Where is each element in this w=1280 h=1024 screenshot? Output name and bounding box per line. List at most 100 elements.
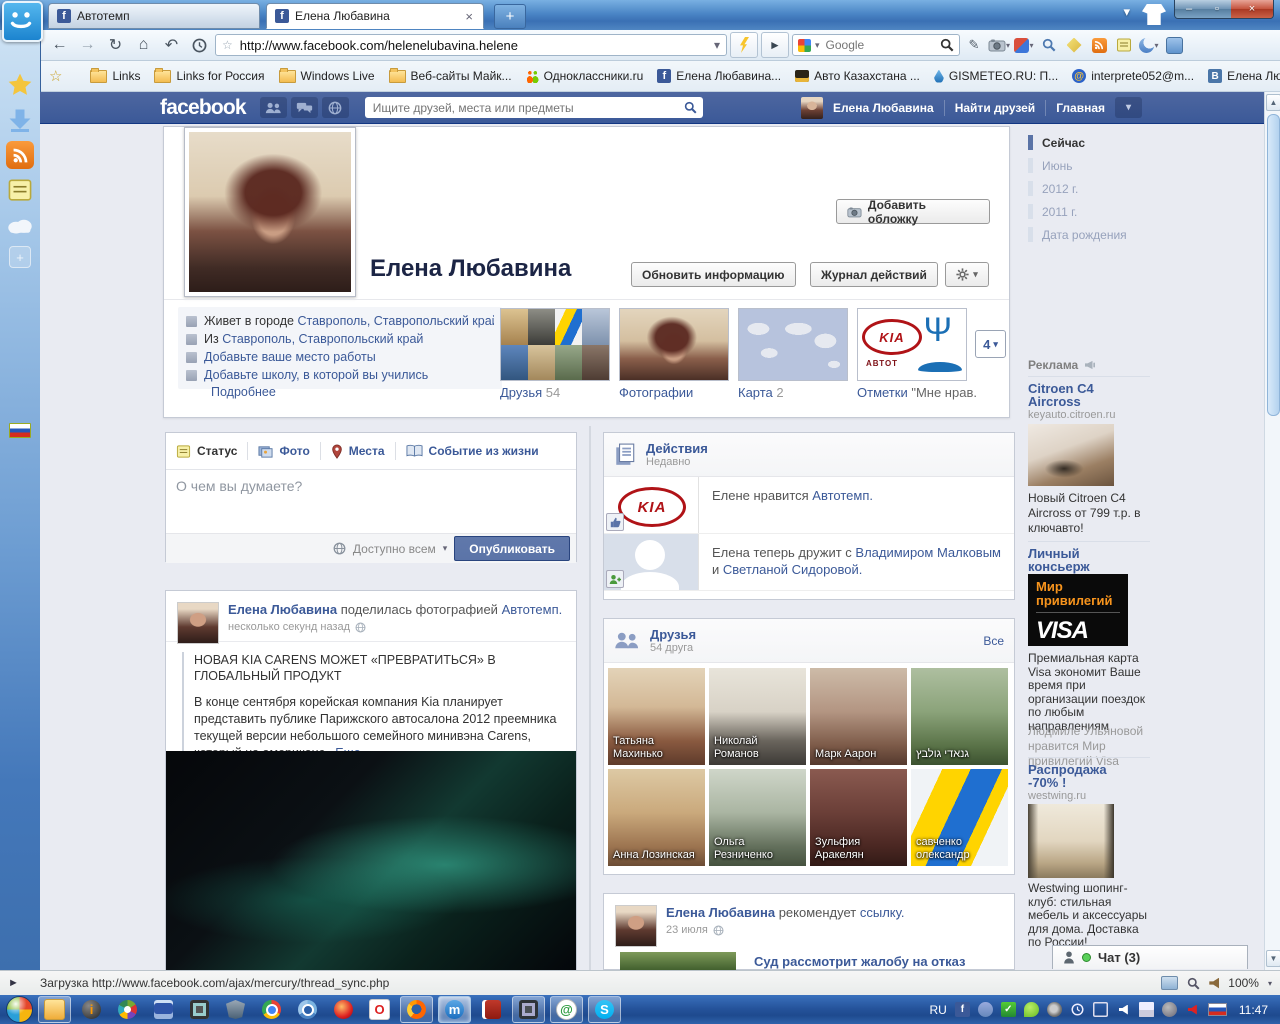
- facebook-search-input[interactable]: [371, 100, 680, 116]
- friend-tile[interactable]: גנאדי גולבץ: [911, 668, 1008, 765]
- taskbar-picasa[interactable]: [112, 997, 143, 1022]
- friend-tile[interactable]: савченко олександр: [911, 769, 1008, 866]
- bookmark-odnoklassniki[interactable]: Одноклассники.ru: [526, 69, 644, 83]
- post-author-link[interactable]: Елена Любавина: [666, 905, 775, 920]
- bookmark-links[interactable]: Links: [90, 69, 140, 83]
- home-link[interactable]: Главная: [1056, 101, 1105, 115]
- timeline-2011[interactable]: 2011 г.: [1042, 205, 1077, 219]
- new-tab-button[interactable]: +: [494, 4, 526, 29]
- browser-tab-elena[interactable]: f Елена Любавина ×: [266, 3, 484, 29]
- likes-tile[interactable]: KIA АВТОТ Ψ: [857, 308, 967, 381]
- taskbar-chromium[interactable]: [292, 997, 323, 1022]
- address-bar[interactable]: ☆ ▾: [215, 34, 727, 56]
- post-timestamp[interactable]: несколько секунд назад: [228, 621, 350, 633]
- add-sidebar-item-icon[interactable]: +: [9, 246, 31, 268]
- cloud-icon[interactable]: [6, 211, 34, 239]
- tray-flag-ru-icon[interactable]: [1208, 1003, 1227, 1016]
- friend-tile[interactable]: Зульфия Аракелян: [810, 769, 907, 866]
- map-tile[interactable]: [738, 308, 848, 381]
- friend-thumb[interactable]: [604, 534, 699, 590]
- scroll-up-icon[interactable]: ▲: [1266, 94, 1280, 111]
- rss-icon[interactable]: [6, 141, 34, 169]
- add-cover-button[interactable]: Добавить обложку: [836, 199, 990, 224]
- friend-requests-icon[interactable]: [260, 97, 287, 118]
- browser-search-input[interactable]: [824, 37, 936, 53]
- home-icon[interactable]: ⌂: [131, 33, 156, 57]
- megaphone-icon[interactable]: [1084, 360, 1096, 370]
- start-button[interactable]: [6, 996, 33, 1023]
- tab-photo[interactable]: Фото: [258, 444, 309, 459]
- taskbar-qip[interactable]: i: [76, 997, 107, 1022]
- tab-life-event[interactable]: Событие из жизни: [406, 444, 539, 458]
- translate-icon[interactable]: ▾: [1013, 34, 1035, 56]
- notes-icon[interactable]: [6, 176, 34, 204]
- dev-tool-icon[interactable]: [1038, 34, 1060, 56]
- friends-tile[interactable]: [500, 308, 610, 381]
- refresh-icon[interactable]: ↻: [103, 33, 128, 57]
- scrollbar-thumb[interactable]: [1267, 114, 1280, 416]
- download-icon[interactable]: [6, 106, 34, 134]
- settings-gear-button[interactable]: ▾: [945, 262, 989, 287]
- sidebar-toggle-icon[interactable]: ►: [8, 977, 19, 989]
- ad-westwing-image[interactable]: [1028, 804, 1114, 878]
- add-favorite-star-icon[interactable]: ☆: [49, 67, 62, 85]
- taskbar-red-sphere-app[interactable]: [328, 997, 359, 1022]
- taskbar-opera[interactable]: O: [364, 997, 395, 1022]
- bookmark-windows-live[interactable]: Windows Live: [279, 69, 375, 83]
- minimize-button[interactable]: –: [1175, 0, 1203, 18]
- tray-webcam-icon[interactable]: [1047, 1002, 1062, 1017]
- more-tiles-button[interactable]: 4▾: [975, 330, 1006, 358]
- photos-tile-label[interactable]: Фотографии: [619, 385, 693, 400]
- status-speaker-icon[interactable]: [1209, 978, 1219, 989]
- tray-network-icon[interactable]: [1093, 1002, 1108, 1017]
- tray-mail-icon[interactable]: [1139, 1002, 1154, 1017]
- bookmark-websites-ms[interactable]: Веб-сайты Майк...: [389, 69, 512, 83]
- notifications-globe-icon[interactable]: [322, 97, 349, 118]
- brush-icon[interactable]: [1063, 34, 1085, 56]
- timeline-june[interactable]: Июнь: [1042, 159, 1073, 173]
- bookmark-elena-vk[interactable]: ВЕлена Любавина: [1208, 69, 1280, 83]
- bookmark-avto-kz[interactable]: Авто Казахстана ...: [795, 69, 920, 83]
- timeline-now[interactable]: Сейчас: [1042, 136, 1085, 150]
- profile-picture[interactable]: [184, 127, 356, 297]
- bookmark-mail[interactable]: @interprete052@m...: [1072, 69, 1194, 83]
- address-input[interactable]: [238, 37, 709, 54]
- status-input[interactable]: О чем вы думаете?: [166, 470, 576, 533]
- browser-tab-avtotemp[interactable]: f Автотемп: [48, 3, 260, 29]
- history-clock-icon[interactable]: [187, 33, 212, 57]
- photos-tile[interactable]: [619, 308, 729, 381]
- tab-status[interactable]: Статус: [176, 444, 237, 459]
- ad-citroen-title[interactable]: Citroen C4 Aircross: [1028, 382, 1118, 408]
- page-scrollbar[interactable]: ▲ ▼: [1264, 92, 1280, 970]
- search-engine-caret-icon[interactable]: ▾: [815, 40, 820, 51]
- tab-place[interactable]: Места: [331, 444, 385, 459]
- taskbar-skype[interactable]: S: [588, 996, 621, 1023]
- address-dropdown-icon[interactable]: ▾: [714, 38, 720, 52]
- tray-green-icon[interactable]: [1024, 1002, 1039, 1017]
- bookmark-star-icon[interactable]: ☆: [222, 38, 233, 52]
- add-school-link[interactable]: Добавьте школу, в которой вы учились: [204, 366, 428, 384]
- friends-title-link[interactable]: Друзья: [650, 627, 696, 642]
- go-play-icon[interactable]: ►: [761, 32, 789, 58]
- tray-antivirus-icon[interactable]: ✓: [1001, 1002, 1016, 1017]
- new-friend-link-2[interactable]: Светланой Сидоровой.: [723, 562, 863, 577]
- facebook-logo[interactable]: facebook: [160, 96, 246, 120]
- tab-close-icon[interactable]: ×: [463, 9, 475, 24]
- forward-icon[interactable]: →: [75, 33, 100, 57]
- new-friend-link-1[interactable]: Владимиром Малковым: [855, 545, 1001, 560]
- hometown-link[interactable]: Ставрополь, Ставропольский край: [297, 314, 494, 328]
- menu-caret-icon[interactable]: ▾: [1119, 0, 1134, 24]
- zoom-caret-icon[interactable]: ▾: [1268, 979, 1272, 988]
- taskbar-red-book-app[interactable]: [476, 997, 507, 1022]
- maximize-button[interactable]: ▫: [1203, 0, 1231, 18]
- see-all-friends-link[interactable]: Все: [983, 634, 1004, 648]
- post-avatar[interactable]: [615, 905, 657, 947]
- about-more-link[interactable]: Подробнее: [211, 385, 276, 399]
- night-mode-icon[interactable]: ▾: [1138, 34, 1160, 56]
- taskbar-clock[interactable]: 11:47: [1239, 1003, 1268, 1017]
- add-work-link[interactable]: Добавьте ваше место работы: [204, 348, 376, 366]
- taskbar-shield-app[interactable]: [220, 997, 251, 1022]
- post-timestamp[interactable]: 23 июля: [666, 924, 708, 936]
- undo-icon[interactable]: ↶: [159, 33, 184, 57]
- liked-page-link[interactable]: Автотемп.: [812, 488, 873, 503]
